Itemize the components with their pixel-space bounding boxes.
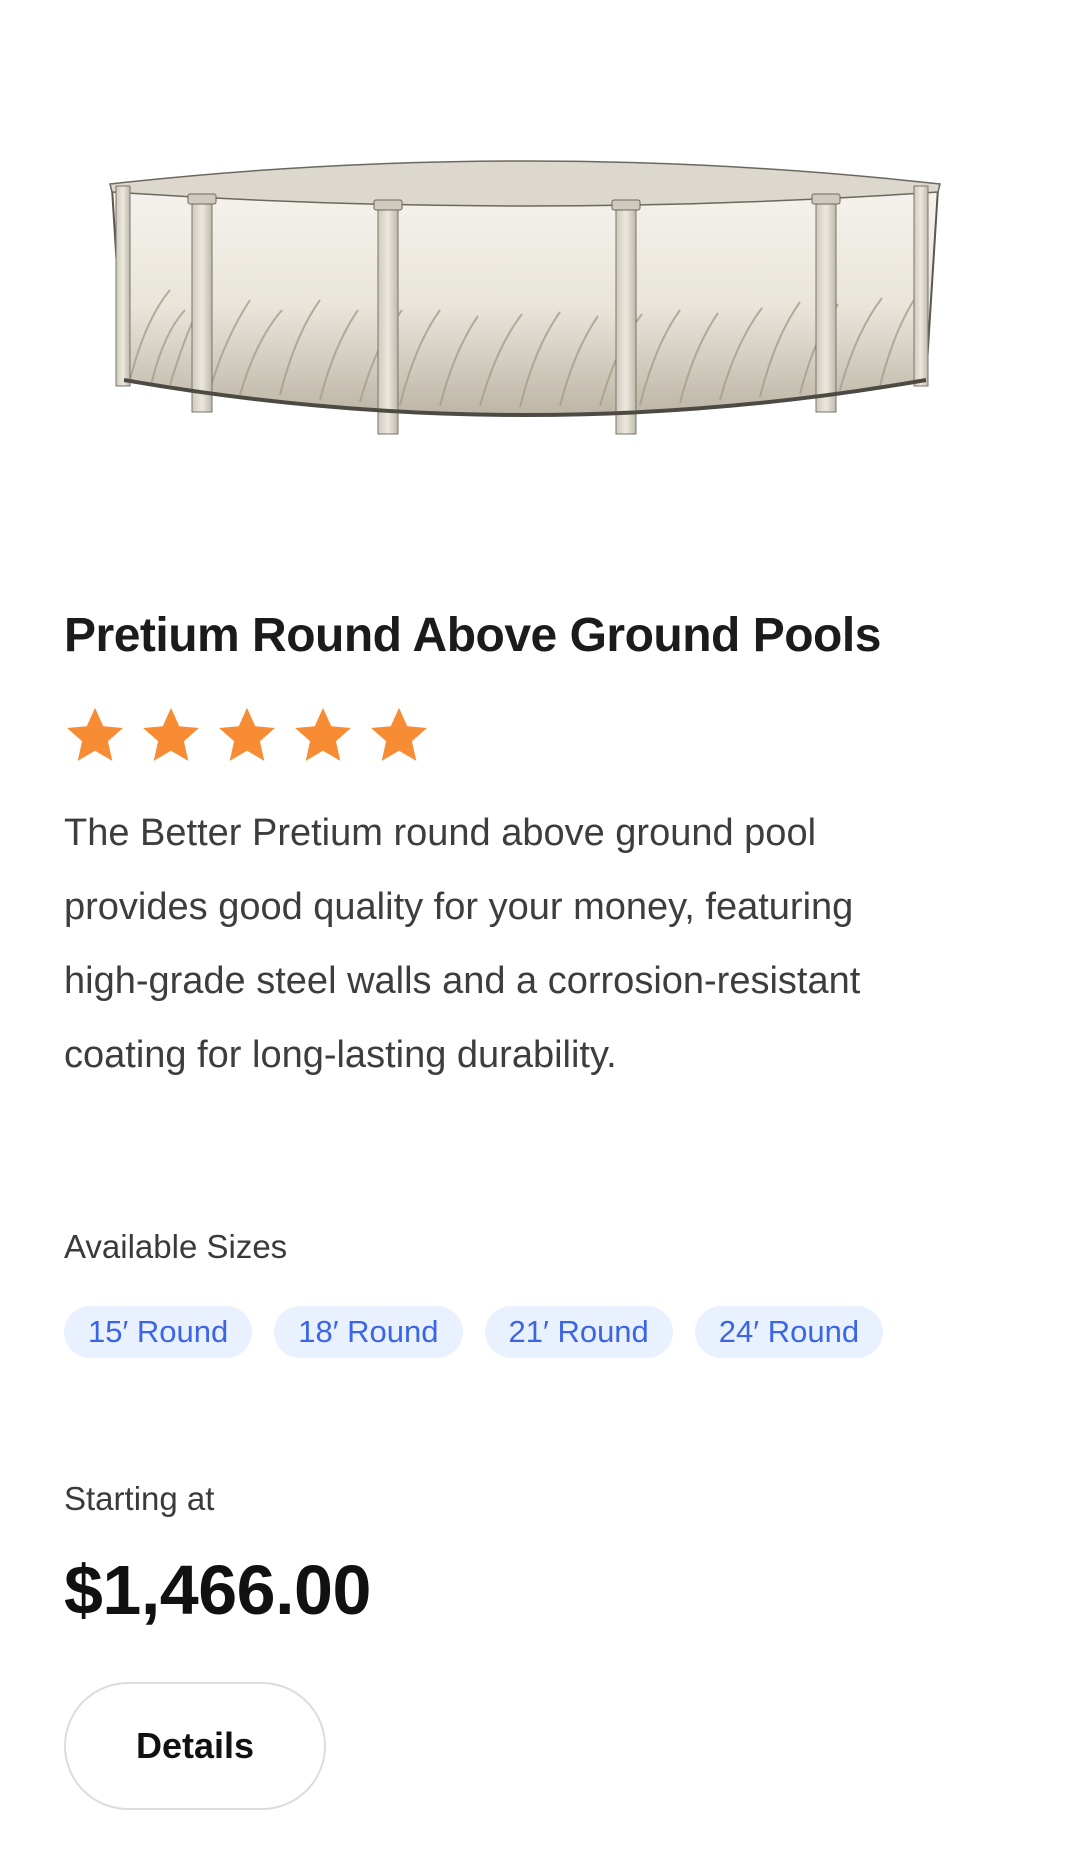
price-value: $1,466.00 [64, 1551, 371, 1629]
star-rating [64, 704, 430, 766]
size-chips: 15′ Round 18′ Round 21′ Round 24′ Round [64, 1306, 884, 1358]
size-chip-18[interactable]: 18′ Round [274, 1306, 463, 1358]
details-button[interactable]: Details [64, 1682, 326, 1810]
size-chip-24[interactable]: 24′ Round [694, 1306, 884, 1358]
size-chip-21[interactable]: 21′ Round [484, 1306, 673, 1358]
pool-image [109, 160, 941, 435]
sizes-label: Available Sizes [64, 1228, 288, 1265]
star-icon [67, 707, 123, 761]
star-icon [371, 707, 427, 761]
size-chip-15[interactable]: 15′ Round [64, 1306, 253, 1358]
price-label: Starting at [64, 1480, 215, 1517]
star-icon [143, 707, 199, 761]
product-description: The Better Pretium round above ground po… [64, 812, 861, 1076]
product-card: Pretium Round Above Ground Pools The Bet… [0, 0, 1080, 1866]
product-title: Pretium Round Above Ground Pools [64, 609, 881, 662]
star-icon [295, 707, 351, 761]
star-icon [219, 707, 275, 761]
